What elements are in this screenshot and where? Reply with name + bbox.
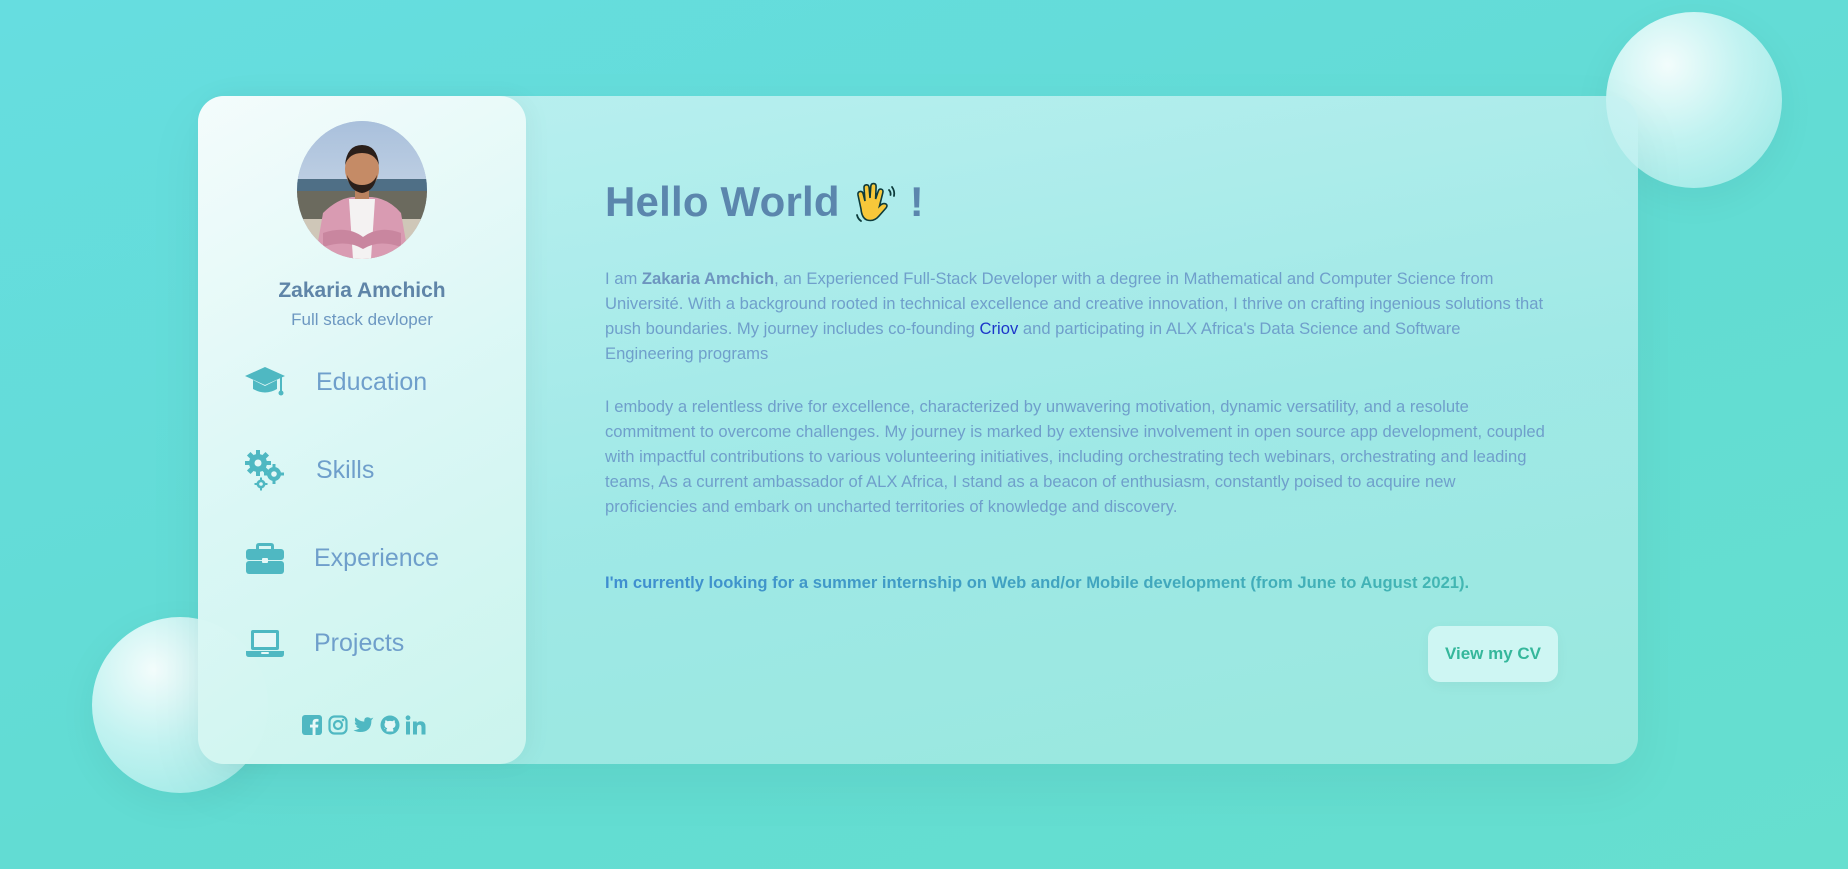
sidebar-item-experience[interactable]: Experience [244, 536, 439, 580]
social-links [301, 714, 427, 736]
avatar [297, 121, 427, 259]
about-paragraph: I embody a relentless drive for excellen… [605, 397, 1545, 516]
gears-icon [244, 449, 286, 491]
sidebar-item-label: Education [316, 367, 428, 396]
briefcase-icon [244, 537, 286, 579]
github-icon[interactable] [379, 714, 401, 736]
graduation-cap-icon [244, 361, 286, 403]
profile-name: Zakaria Amchich [278, 279, 446, 302]
view-cv-button[interactable]: View my CV [1428, 626, 1558, 682]
sidebar-item-education[interactable]: Education [244, 360, 427, 404]
facebook-icon[interactable] [301, 714, 323, 736]
intro-name: Zakaria Amchich [641, 269, 775, 288]
sidebar-item-skills[interactable]: Skills [244, 448, 374, 492]
sidebar-item-label: Experience [314, 543, 440, 572]
clapping-hands-icon [852, 179, 898, 225]
twitter-icon[interactable] [353, 714, 375, 736]
page-title: Hello World ! [605, 178, 924, 226]
internship-callout: I'm currently looking for a summer inter… [605, 573, 1470, 592]
sidebar-item-label: Projects [314, 628, 405, 657]
intro-prefix: I am [605, 269, 642, 288]
instagram-icon[interactable] [327, 714, 349, 736]
sidebar-item-label: Skills [316, 455, 375, 484]
criov-link[interactable]: Criov [980, 319, 1019, 338]
laptop-icon [244, 622, 286, 664]
heading-suffix: ! [909, 178, 924, 225]
intro-paragraph: I am Zakaria Amchich, an Experienced Ful… [605, 266, 1545, 366]
heading-text: Hello World [605, 178, 840, 225]
avatar-photo [297, 121, 427, 259]
sidebar-item-projects[interactable]: Projects [244, 621, 404, 665]
profile-role: Full stack devloper [291, 310, 433, 329]
linkedin-icon[interactable] [405, 714, 427, 736]
